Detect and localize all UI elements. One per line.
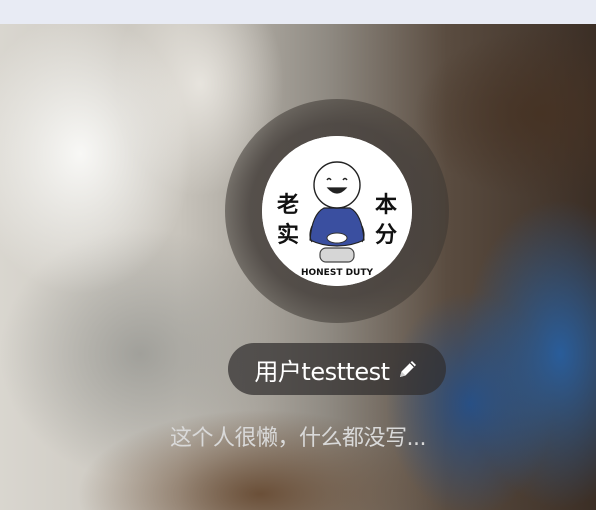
avatar-caption: HONEST DUTY (301, 268, 374, 278)
avatar-image: 老 实 本 分 HONEST DUTY (262, 136, 412, 286)
profile-page: 老 实 本 分 HONEST DUTY 用户testtest 这个人很懒，什么都… (0, 0, 596, 510)
avatar[interactable]: 老 实 本 分 HONEST DUTY (262, 136, 412, 286)
username-button[interactable]: 用户testtest (228, 343, 446, 395)
avatar-right-bottom-char: 分 (375, 223, 397, 248)
pencil-icon[interactable] (396, 357, 420, 381)
avatar-left-top-char: 老 (276, 193, 299, 218)
avatar-left-bottom-char: 实 (277, 222, 299, 248)
avatar-right-top-char: 本 (375, 193, 397, 218)
top-strip (0, 0, 596, 24)
username-text: 用户testtest (254, 357, 390, 386)
figure-head (313, 161, 361, 209)
bio-text: 这个人很懒，什么都没写... (170, 426, 426, 451)
figure-legs (319, 247, 355, 263)
figure-belly (326, 232, 348, 244)
